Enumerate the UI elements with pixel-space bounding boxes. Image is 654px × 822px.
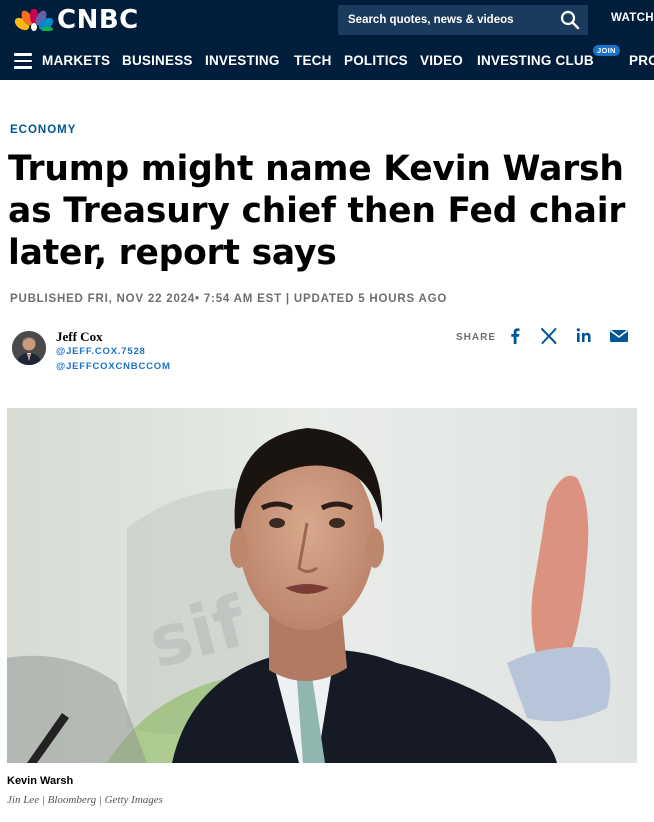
linkedin-icon[interactable]	[573, 325, 595, 347]
search-input[interactable]: Search quotes, news & videos	[348, 14, 514, 26]
nav-markets[interactable]: MARKETS	[42, 53, 110, 68]
author-block: Jeff Cox @JEFF.COX.7528 @JEFFCOXCNBCCOM	[12, 329, 412, 377]
nav-investing[interactable]: INVESTING	[205, 53, 280, 68]
nav-investing-club[interactable]: INVESTING CLUB	[477, 53, 594, 68]
main-nav: MARKETS BUSINESS INVESTING TECH POLITICS…	[0, 48, 654, 74]
hamburger-menu-icon[interactable]	[14, 53, 32, 69]
photo-credit: Jin Lee | Bloomberg | Getty Images	[7, 794, 163, 806]
watch-link[interactable]: WATCH	[611, 12, 654, 24]
search-icon[interactable]	[560, 10, 580, 30]
nav-tech[interactable]: TECH	[294, 53, 332, 68]
article-headline: Trump might name Kevin Warsh as Treasury…	[8, 149, 626, 273]
share-label: SHARE	[456, 332, 497, 343]
author-avatar[interactable]	[12, 331, 46, 365]
nav-pro[interactable]: PRO	[629, 53, 654, 68]
photo-caption: Kevin Warsh	[7, 775, 74, 787]
peacock-icon	[14, 9, 54, 31]
nav-business[interactable]: BUSINESS	[122, 53, 193, 68]
join-badge[interactable]: JOIN	[593, 45, 620, 56]
author-handle-facebook[interactable]: @JEFF.COX.7528	[56, 346, 146, 357]
nav-video[interactable]: VIDEO	[420, 53, 463, 68]
article-photo[interactable]: sif	[7, 408, 637, 763]
section-label[interactable]: ECONOMY	[10, 124, 76, 136]
cnbc-logo[interactable]: CNBC	[14, 6, 139, 34]
nav-politics[interactable]: POLITICS	[344, 53, 408, 68]
facebook-icon[interactable]	[504, 325, 526, 347]
x-icon[interactable]	[538, 325, 560, 347]
author-handle-twitter[interactable]: @JEFFCOXCNBCCOM	[56, 361, 171, 372]
logo-text: CNBC	[57, 5, 139, 35]
search-box[interactable]: Search quotes, news & videos	[338, 5, 588, 35]
email-icon[interactable]	[608, 325, 630, 347]
published-timestamp: PUBLISHED FRI, NOV 22 2024• 7:54 AM EST …	[10, 293, 448, 305]
site-header: CNBC Search quotes, news & videos WATCH …	[0, 0, 654, 80]
author-name[interactable]: Jeff Cox	[56, 329, 103, 345]
